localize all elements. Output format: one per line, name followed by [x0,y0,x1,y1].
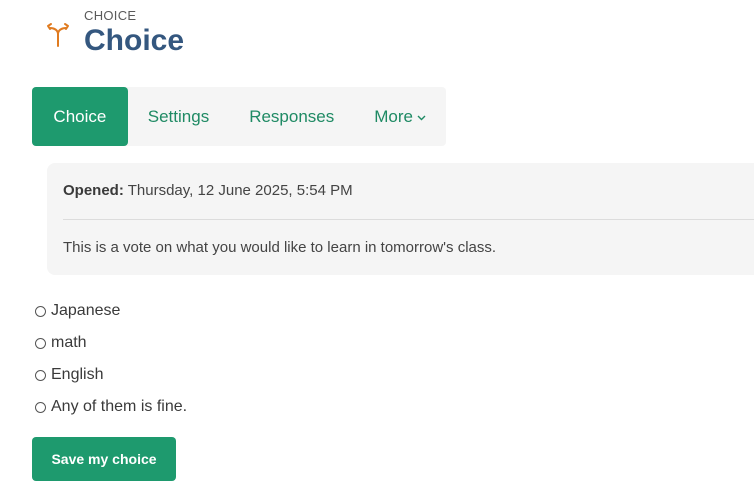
tab-label: Choice [53,106,107,126]
tab-label: Responses [249,106,335,126]
choice-activity-icon [47,23,69,47]
option-english[interactable]: English [35,359,187,391]
tab-choice[interactable]: Choice [32,87,128,146]
page-header: CHOICE Choice [44,8,184,60]
opened-value: Thursday, 12 June 2025, 5:54 PM [127,182,353,199]
option-label: English [51,366,104,383]
tab-label: Settings [147,106,210,126]
option-label: Any of them is fine. [51,398,188,415]
opened-date: Opened: Thursday, 12 June 2025, 5:54 PM [63,182,353,199]
activity-type-label: CHOICE [84,8,137,23]
chevron-down-icon [417,115,426,120]
tab-more[interactable]: More [354,87,446,146]
radio-button[interactable] [35,305,46,317]
tab-responses[interactable]: Responses [229,87,354,146]
option-japanese[interactable]: Japanese [35,295,187,327]
radio-button[interactable] [35,369,46,381]
radio-button[interactable] [35,401,46,413]
divider [63,219,754,220]
choice-options: Japanese math English Any of them is fin… [35,295,187,423]
radio-button[interactable] [35,337,46,349]
opened-label: Opened: [63,182,124,199]
tab-label: More [374,106,413,126]
page-title: Choice [84,24,185,57]
option-label: math [51,334,87,351]
secondary-navigation: Choice Settings Responses More [32,87,446,146]
page: CHOICE Choice Choice Settings Responses … [0,0,754,494]
option-math[interactable]: math [35,327,187,359]
header-text: CHOICE Choice [84,8,184,60]
save-choice-button[interactable]: Save my choice [32,437,176,481]
option-any[interactable]: Any of them is fine. [35,391,187,423]
activity-description: This is a vote on what you would like to… [63,239,497,256]
tab-settings[interactable]: Settings [128,87,229,146]
activity-info-box: Opened: Thursday, 12 June 2025, 5:54 PM … [47,163,754,275]
option-label: Japanese [51,302,121,319]
